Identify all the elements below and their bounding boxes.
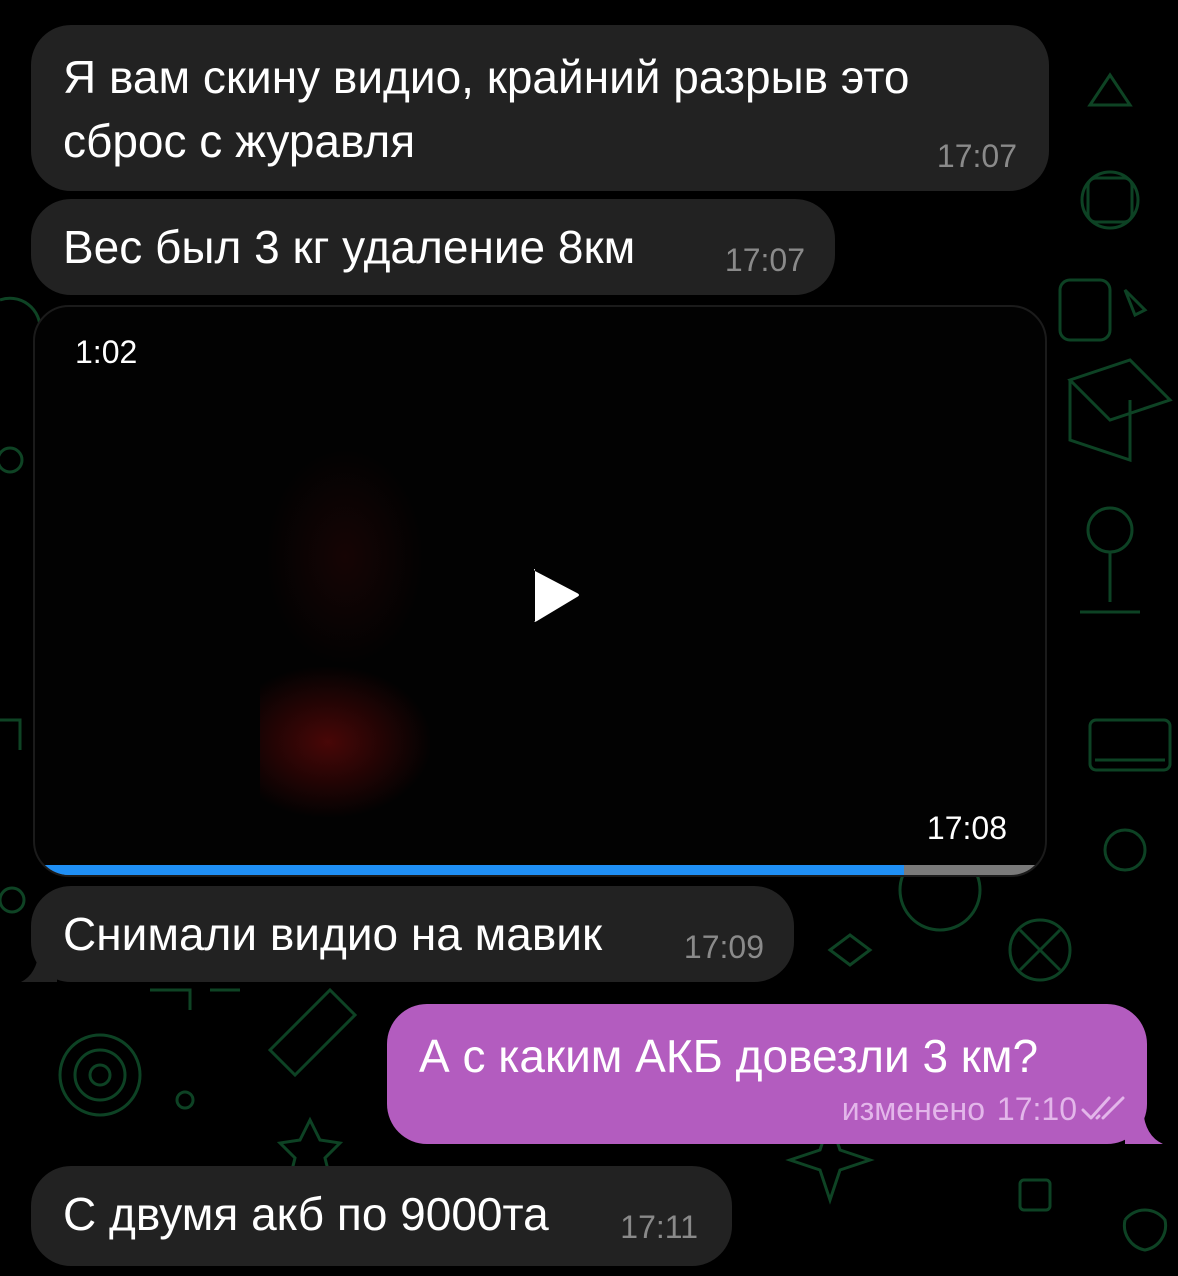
- message-time: 17:11: [620, 1209, 698, 1245]
- message-text: Я вам скину видио, крайний разрыв это сб…: [63, 51, 910, 167]
- bubble-tail: [1125, 1110, 1163, 1144]
- bubble-tail: [21, 950, 57, 982]
- video-time: 17:08: [926, 810, 1007, 846]
- video-duration: 1:02: [75, 334, 138, 370]
- incoming-message-bubble[interactable]: Я вам скину видио, крайний разрыв это сб…: [31, 25, 1049, 191]
- message-text: А с каким АКБ довезли 3 км?: [419, 1030, 1039, 1082]
- message-time: 17:10: [996, 1091, 1077, 1127]
- video-progress-fill: [35, 865, 904, 875]
- incoming-message-bubble[interactable]: С двумя акб по 9000та 17:11: [31, 1166, 732, 1266]
- message-time: 17:07: [936, 138, 1017, 174]
- video-frame-shadow: [265, 447, 425, 667]
- message-text: Снимали видио на мавик: [63, 908, 603, 960]
- message-time: 17:09: [683, 929, 764, 965]
- edited-label: изменено: [841, 1091, 985, 1127]
- video-frame-red-area: [260, 667, 430, 817]
- message-text: С двумя акб по 9000та: [63, 1188, 549, 1240]
- incoming-message-bubble[interactable]: Вес был 3 кг удаление 8км 17:07: [31, 199, 835, 295]
- message-text: Вес был 3 кг удаление 8км: [63, 221, 636, 273]
- incoming-message-bubble[interactable]: Снимали видио на мавик 17:09: [31, 886, 794, 982]
- message-time: 17:07: [724, 242, 805, 278]
- video-message[interactable]: 1:02 17:08: [33, 305, 1047, 877]
- video-progress-bar[interactable]: [35, 865, 1045, 875]
- play-icon[interactable]: [523, 565, 583, 625]
- outgoing-message-bubble[interactable]: А с каким АКБ довезли 3 км? изменено 17:…: [387, 1004, 1147, 1144]
- double-check-icon: [1081, 1096, 1125, 1120]
